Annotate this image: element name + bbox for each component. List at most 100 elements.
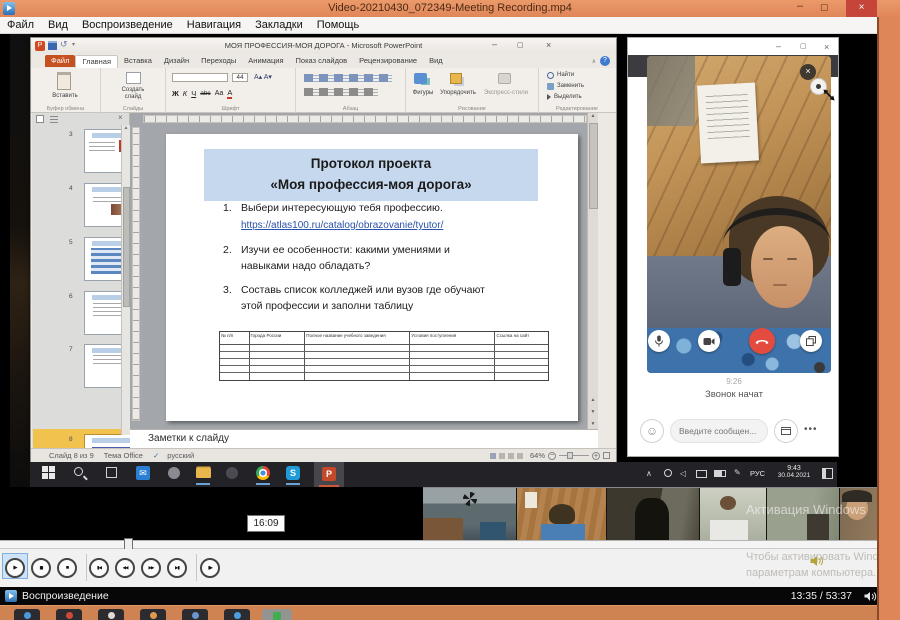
skip-end-button[interactable]: ▶▮ xyxy=(167,558,187,578)
outline-tab-icon[interactable] xyxy=(50,115,58,123)
tab-review[interactable]: Рецензирование xyxy=(353,55,423,67)
notes-pane[interactable]: Заметки к слайду xyxy=(130,429,598,448)
strike-button[interactable]: abc xyxy=(200,90,210,97)
taskbar-app-slot[interactable] xyxy=(98,609,124,620)
ppt-maximize-button[interactable]: ▢ xyxy=(517,41,524,49)
select-button[interactable]: Выделить xyxy=(547,94,582,101)
share-screen-button[interactable] xyxy=(800,330,822,352)
tray-display-icon[interactable] xyxy=(696,470,707,478)
ppt-close-button[interactable]: × xyxy=(546,40,551,50)
file-explorer-icon[interactable] xyxy=(196,468,211,478)
tab-animations[interactable]: Анимация xyxy=(242,55,289,67)
powerpoint-taskbar-slot[interactable]: P xyxy=(314,462,344,487)
tray-chevron-icon[interactable]: ∧ xyxy=(646,469,652,478)
fit-to-window-icon[interactable] xyxy=(603,452,610,459)
mail-app-icon[interactable]: ✉ xyxy=(136,466,150,480)
tab-insert[interactable]: Вставка xyxy=(118,55,158,67)
skip-start-button[interactable]: ▮◀ xyxy=(89,558,109,578)
camera-button[interactable] xyxy=(698,330,720,352)
tab-slideshow[interactable]: Показ слайдов xyxy=(290,55,354,67)
font-color-button[interactable]: А xyxy=(227,88,232,99)
taskbar-app-slot[interactable] xyxy=(140,609,166,620)
stop-button[interactable]: ■ xyxy=(57,558,77,578)
grow-font-icon[interactable]: A▴ A▾ xyxy=(254,73,272,81)
zoom-slider[interactable] xyxy=(559,455,589,456)
font-size-box[interactable]: 44 xyxy=(232,73,248,82)
paste-label[interactable]: Вставить xyxy=(39,93,91,100)
thumbnails-scrollbar[interactable]: ▲ xyxy=(121,125,130,435)
scroll-down-icon[interactable]: ▼ xyxy=(588,421,598,427)
reading-view-icon[interactable] xyxy=(508,453,514,459)
slide-hyperlink[interactable]: https://atlas100.ru/catalog/obrazovanie/… xyxy=(241,220,443,231)
spellcheck-icon[interactable]: ✓ xyxy=(153,451,159,460)
start-button[interactable] xyxy=(42,466,55,479)
camera-flip-icon[interactable] xyxy=(814,362,825,373)
tab-view[interactable]: Вид xyxy=(423,55,449,67)
replace-button[interactable]: Заменить xyxy=(547,83,584,90)
tray-language[interactable]: РУС xyxy=(750,469,765,478)
menu-help[interactable]: Помощь xyxy=(310,18,367,32)
more-options-button[interactable]: ••• xyxy=(804,424,818,435)
tab-transitions[interactable]: Переходы xyxy=(195,55,242,67)
taskbar-app-slot-active[interactable] xyxy=(262,609,292,620)
close-button[interactable]: × xyxy=(846,0,877,17)
skype-taskbar-icon[interactable]: S xyxy=(286,466,300,480)
skype-minimize-button[interactable]: – xyxy=(776,41,781,51)
next-slide-button[interactable]: ▼ xyxy=(588,409,598,415)
mute-microphone-button[interactable] xyxy=(648,330,670,352)
menu-bookmarks[interactable]: Закладки xyxy=(248,18,310,32)
skype-close-button[interactable]: × xyxy=(824,42,829,52)
tray-battery-icon[interactable] xyxy=(714,470,726,477)
scroll-up-icon[interactable]: ▲ xyxy=(122,125,130,131)
play-button[interactable]: ▶ xyxy=(5,558,25,578)
new-slide-label[interactable]: Создатьслайд xyxy=(105,87,161,101)
language-indicator[interactable]: русский xyxy=(167,451,194,460)
scroll-up-icon[interactable]: ▲ xyxy=(588,113,598,119)
emoji-button[interactable]: ☺ xyxy=(640,419,664,443)
app-icon-generic[interactable] xyxy=(168,467,180,479)
scrollbar-thumb[interactable] xyxy=(123,187,130,307)
search-icon[interactable] xyxy=(74,467,83,476)
ppt-minimize-button[interactable]: – xyxy=(492,39,497,49)
underline-button[interactable]: Ч xyxy=(191,89,196,98)
seek-bar[interactable] xyxy=(0,540,900,549)
taskbar-app-slot[interactable] xyxy=(182,609,208,620)
zoom-slider-handle[interactable] xyxy=(567,452,573,459)
shapes-label[interactable]: Фигуры xyxy=(406,90,440,97)
slide-canvas[interactable]: Протокол проекта «Моя профессия-моя доро… xyxy=(166,134,578,421)
menu-playback[interactable]: Воспроизведение xyxy=(75,18,180,32)
bold-button[interactable]: Ж xyxy=(172,89,179,98)
rewind-button[interactable]: ◀◀ xyxy=(115,558,135,578)
menu-file[interactable]: Файл xyxy=(0,18,41,32)
ribbon-collapse-icon[interactable]: ∧ xyxy=(592,58,596,65)
slide-title-box[interactable]: Протокол проекта «Моя профессия-моя доро… xyxy=(204,149,538,201)
chrome-icon[interactable] xyxy=(256,466,270,480)
tray-pen-icon[interactable]: ✎ xyxy=(734,468,741,477)
shapes-icon[interactable] xyxy=(414,73,427,84)
change-case-button[interactable]: Аа xyxy=(215,90,224,97)
slides-tab-icon[interactable] xyxy=(36,115,44,123)
taskbar-app-slot[interactable] xyxy=(56,609,82,620)
list-buttons-row-icon[interactable] xyxy=(304,74,392,82)
slide-scrollbar[interactable]: ▲ ▲ ▼ ▼ xyxy=(587,113,598,429)
app-icon-generic[interactable] xyxy=(226,467,238,479)
slideshow-view-icon[interactable] xyxy=(517,453,523,459)
participant-thumbnail[interactable] xyxy=(423,488,517,540)
tray-clock-icon[interactable] xyxy=(664,469,672,477)
slide-table[interactable]: № п/п Города России Полное название учеб… xyxy=(219,331,549,381)
maximize-button[interactable]: ▢ xyxy=(820,2,829,13)
task-view-button[interactable] xyxy=(106,467,117,478)
new-slide-icon[interactable] xyxy=(126,72,141,84)
pause-button[interactable]: ▮▮ xyxy=(31,558,51,578)
minimize-button[interactable]: – xyxy=(797,0,803,12)
video-close-icon[interactable]: × xyxy=(800,64,816,80)
tray-clock[interactable]: 9:43 30.04.2021 xyxy=(772,465,816,479)
hang-up-button[interactable] xyxy=(749,328,775,354)
message-input[interactable] xyxy=(670,419,768,443)
arrange-label[interactable]: Упорядочить xyxy=(436,90,480,97)
tab-file[interactable]: Файл xyxy=(45,55,75,67)
tab-home[interactable]: Главная xyxy=(75,55,118,68)
action-center-icon[interactable] xyxy=(822,468,833,479)
taskbar-app-slot[interactable] xyxy=(224,609,250,620)
skype-maximize-button[interactable]: ▢ xyxy=(800,42,807,50)
